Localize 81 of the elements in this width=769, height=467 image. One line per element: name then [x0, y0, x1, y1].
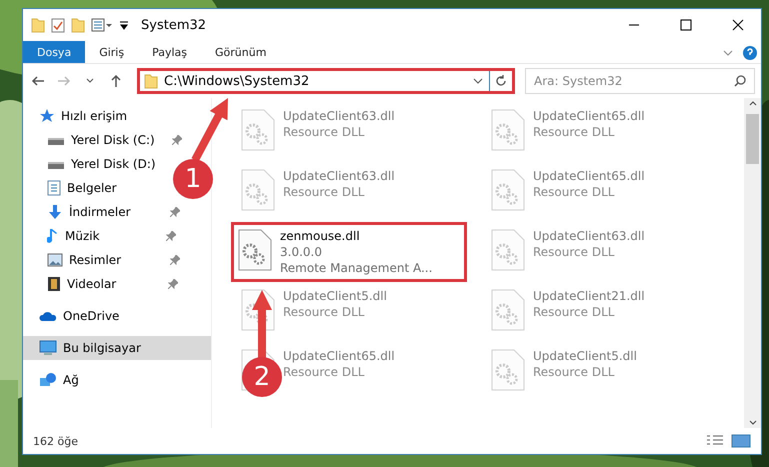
large-icons-view-icon[interactable]: [731, 434, 751, 448]
nav-item[interactable]: Yerel Disk (D:): [23, 152, 156, 176]
file-description: Resource DLL: [533, 185, 616, 199]
nav-item[interactable]: Ağ: [23, 368, 79, 392]
file-name[interactable]: UpdateClient65.dll: [533, 169, 645, 183]
dropdown-icon: [119, 20, 129, 30]
folder-icon: [144, 73, 158, 89]
document-icon: [47, 180, 61, 196]
music-note-icon: [47, 228, 59, 244]
file-description: Resource DLL: [283, 185, 366, 199]
pin-icon: [166, 231, 176, 241]
address-bar[interactable]: C:\Windows\System32: [137, 68, 515, 94]
file-description: Resource DLL: [283, 305, 366, 319]
chevron-icon: [86, 78, 94, 84]
highlighted-file-tile[interactable]: zenmouse.dll 3.0.0.0 Remote Management A...: [231, 222, 467, 282]
file-version: 3.0.0.0: [280, 245, 323, 259]
close-icon: [732, 19, 744, 31]
up-arrow-icon: [110, 74, 122, 88]
nav-item[interactable]: Belgeler: [23, 176, 117, 200]
gear-file-icon: [491, 229, 525, 271]
file-name[interactable]: zenmouse.dll: [280, 229, 432, 243]
file-name[interactable]: UpdateClient5.dll: [283, 289, 387, 303]
file-name[interactable]: UpdateClient63.dll: [283, 109, 395, 123]
pin-icon: [168, 279, 178, 289]
scrollbar[interactable]: [744, 98, 761, 428]
file-name[interactable]: UpdateClient65.dll: [533, 109, 645, 123]
nav-item[interactable]: Yerel Disk (C:): [23, 128, 182, 152]
gear-file-icon: [491, 289, 525, 331]
maximize-icon: [680, 19, 692, 31]
file-description: Resource DLL: [533, 245, 616, 259]
window-title: System32: [141, 18, 208, 32]
file-name[interactable]: UpdateClient63.dll: [533, 229, 645, 243]
gear-file-icon: [491, 169, 525, 211]
file-name[interactable]: UpdateClient5.dll: [533, 349, 637, 363]
annotation-arrow: [250, 288, 274, 358]
file-name[interactable]: UpdateClient65.dll: [283, 349, 395, 363]
ribbon-tab[interactable]: Görünüm: [201, 41, 280, 63]
nav-item[interactable]: OneDrive: [23, 304, 120, 328]
file-description: Resource DLL: [533, 365, 616, 379]
picture-icon: [47, 253, 63, 267]
film-icon: [47, 276, 61, 292]
cloud-icon: [39, 310, 57, 322]
file-description: Resource DLL: [283, 125, 366, 139]
down-arrow-icon: [47, 204, 63, 220]
nav-item[interactable]: Resimler: [23, 248, 180, 272]
ribbon-tab[interactable]: Paylaş: [138, 41, 201, 63]
nav-item[interactable]: Müzik: [23, 224, 176, 248]
file-name[interactable]: UpdateClient21.dll: [533, 289, 645, 303]
network-icon: [39, 372, 57, 388]
pin-icon: [172, 135, 182, 145]
folder-icon: [31, 17, 45, 33]
pin-icon: [170, 255, 180, 265]
item-count: 162 öğe: [33, 434, 79, 448]
file-description: Resource DLL: [533, 125, 616, 139]
gear-file-icon: [241, 109, 275, 151]
right-arrow-icon: [57, 75, 71, 87]
nav-item[interactable]: Hızlı erişim: [23, 104, 128, 128]
file-description: Remote Management A...: [280, 261, 432, 275]
file-description: Resource DLL: [283, 365, 366, 379]
ribbon-tab[interactable]: Dosya: [23, 41, 86, 63]
folder-icon: [71, 17, 85, 33]
file-name[interactable]: UpdateClient63.dll: [283, 169, 395, 183]
search-icon: [734, 75, 746, 87]
pin-icon: [170, 207, 180, 217]
scroll-thumb[interactable]: [746, 114, 759, 164]
file-description: Resource DLL: [533, 305, 616, 319]
search-field[interactable]: Ara: System32: [525, 68, 755, 94]
left-arrow-icon: [31, 75, 45, 87]
gear-file-icon: [491, 349, 525, 391]
properties-icon: [91, 18, 113, 32]
chevron-icon: [473, 77, 483, 85]
ribbon-tab[interactable]: Giriş: [85, 41, 138, 63]
gear-file-icon: [491, 109, 525, 151]
monitor-icon: [39, 340, 57, 356]
nav-item[interactable]: İndirmeler: [23, 200, 180, 224]
nav-item[interactable]: Videolar: [23, 272, 178, 296]
star-icon: [39, 108, 55, 124]
gear-file-icon: [241, 169, 275, 211]
checkbox-icon: [51, 17, 65, 33]
nav-item[interactable]: Bu bilgisayar: [23, 336, 211, 360]
gear-file-icon: [238, 229, 272, 271]
